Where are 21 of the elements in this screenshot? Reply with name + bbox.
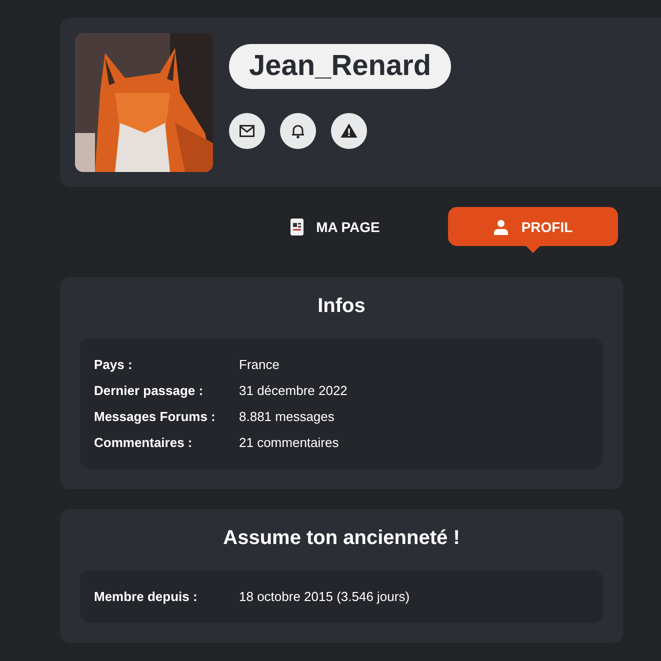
warning-icon[interactable] <box>331 113 367 149</box>
field-value: 31 décembre 2022 <box>239 383 348 398</box>
field-label: Pays : <box>94 357 134 372</box>
field-value: 8.881 messages <box>239 409 334 424</box>
username: Jean_Renard <box>229 44 452 89</box>
field-label: Dernier passage : <box>94 383 204 398</box>
field-value: 21 commentaires <box>239 435 339 450</box>
field-value: France <box>239 357 280 372</box>
field-label: Commentaires : <box>94 435 194 450</box>
section-title: Assume ton ancienneté ! <box>222 527 461 550</box>
mail-icon[interactable] <box>229 113 265 149</box>
section-title: Infos <box>316 295 366 318</box>
tab-pointer <box>526 246 540 253</box>
tab[interactable]: PROFIL <box>448 207 618 246</box>
field-label: Membre depuis : <box>94 589 198 604</box>
tab[interactable]: MA PAGE <box>250 207 420 246</box>
field-label: Messages Forums : <box>94 409 216 424</box>
field-value: 18 octobre 2015 (3.546 jours) <box>239 589 410 604</box>
bell-icon[interactable] <box>280 113 316 149</box>
page-icon <box>290 218 304 236</box>
user-icon <box>493 218 510 234</box>
